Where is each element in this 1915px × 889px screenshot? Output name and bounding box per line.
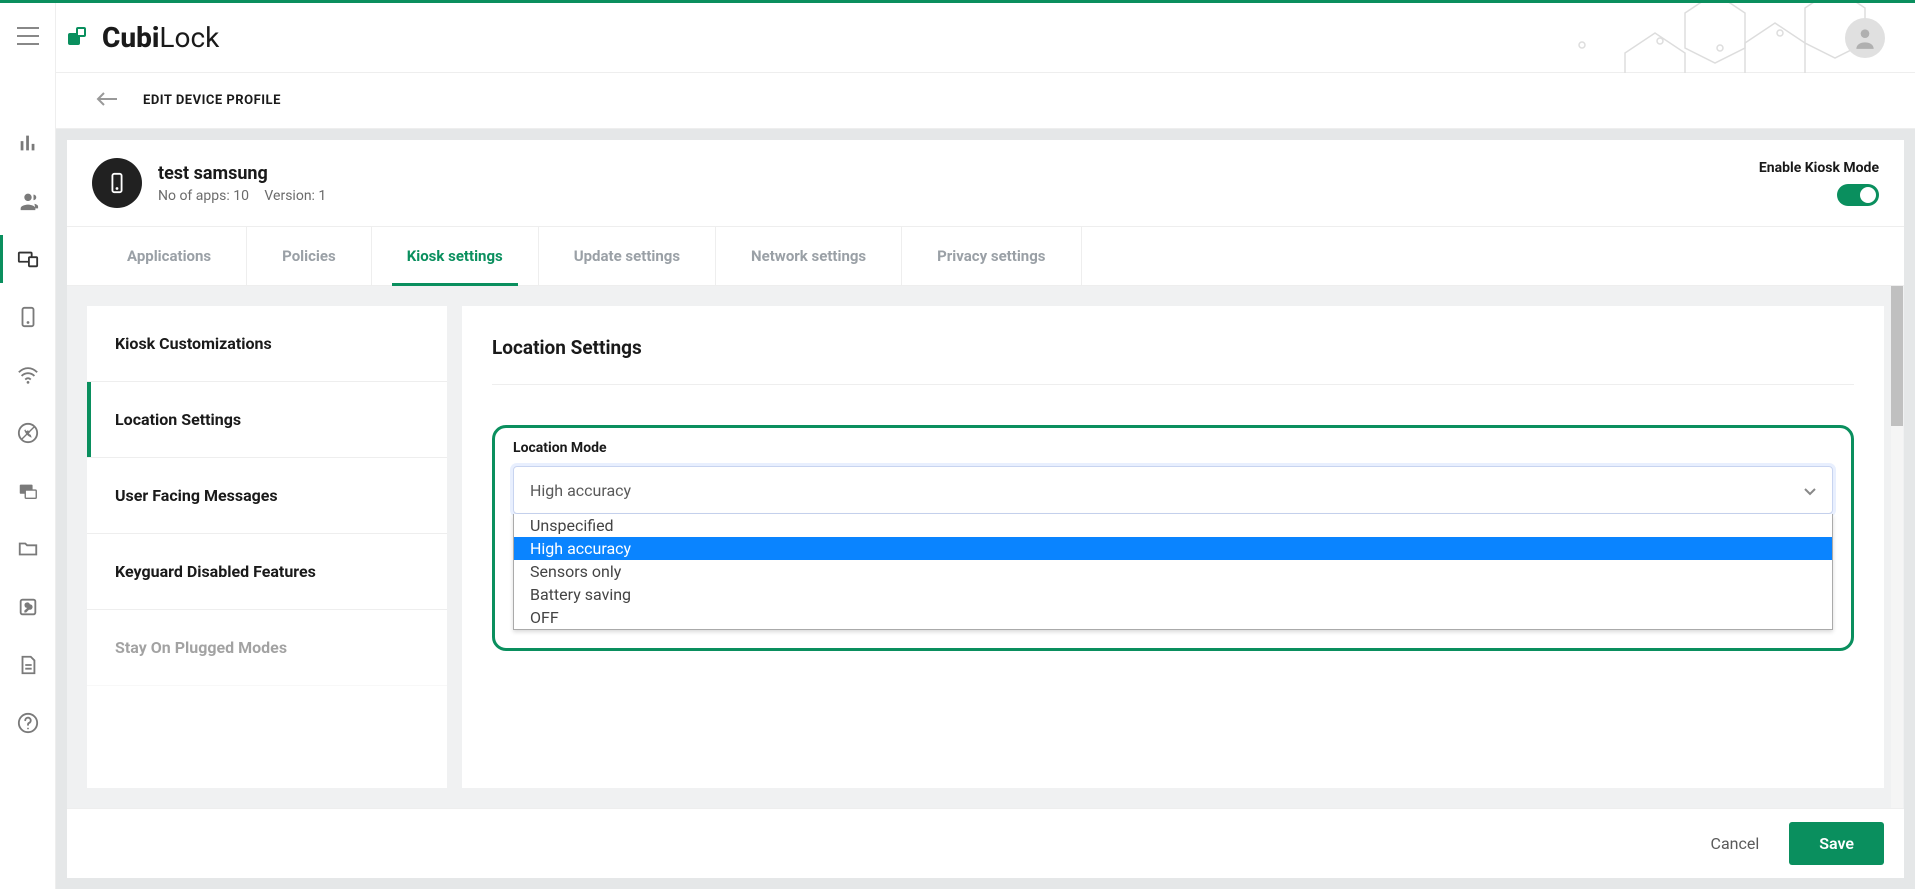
location-mode-select[interactable]: High accuracy: [513, 466, 1833, 514]
option-off[interactable]: OFF: [514, 606, 1832, 629]
save-button[interactable]: Save: [1789, 822, 1884, 865]
tab-privacy-settings[interactable]: Privacy settings: [902, 227, 1081, 285]
tab-update-settings[interactable]: Update settings: [539, 227, 716, 285]
sidebar-item-stay-on-plugged[interactable]: Stay On Plugged Modes: [87, 610, 447, 686]
tab-policies[interactable]: Policies: [247, 227, 372, 285]
cancel-button[interactable]: Cancel: [1711, 834, 1760, 853]
scrollbar-thumb[interactable]: [1891, 286, 1903, 426]
option-sensors-only[interactable]: Sensors only: [514, 560, 1832, 583]
profile-meta: No of apps: 10 Version: 1: [158, 188, 338, 204]
chat-icon[interactable]: [14, 477, 42, 505]
document-icon[interactable]: [14, 651, 42, 679]
menu-toggle-icon[interactable]: [17, 27, 39, 49]
tab-applications[interactable]: Applications: [92, 227, 247, 285]
chevron-down-icon: [1804, 481, 1816, 500]
help-icon[interactable]: [14, 709, 42, 737]
top-header: CubiLock: [56, 3, 1915, 73]
user-avatar[interactable]: [1845, 18, 1885, 58]
location-mode-dropdown: Unspecified High accuracy Sensors only B…: [513, 514, 1833, 630]
location-mode-value: High accuracy: [530, 481, 631, 500]
profile-header: test samsung No of apps: 10 Version: 1 E…: [67, 140, 1904, 227]
key-icon[interactable]: [14, 593, 42, 621]
brand-name: CubiLock: [102, 21, 219, 54]
kiosk-mode-toggle[interactable]: [1837, 184, 1879, 206]
tab-kiosk-settings[interactable]: Kiosk settings: [372, 227, 539, 285]
sub-header: EDIT DEVICE PROFILE: [56, 73, 1915, 129]
brand-logo[interactable]: CubiLock: [66, 21, 219, 54]
device-icon: [92, 158, 142, 208]
footer-actions: Cancel Save: [67, 808, 1904, 878]
blocked-call-icon[interactable]: [14, 419, 42, 447]
tab-network-settings[interactable]: Network settings: [716, 227, 902, 285]
option-high-accuracy[interactable]: High accuracy: [514, 537, 1832, 560]
sidebar-item-location-settings[interactable]: Location Settings: [87, 382, 447, 458]
back-arrow-icon[interactable]: [96, 90, 118, 112]
tabs-bar: Applications Policies Kiosk settings Upd…: [67, 227, 1904, 286]
profile-name: test samsung: [158, 163, 338, 184]
wifi-icon[interactable]: [14, 361, 42, 389]
brand-logo-icon: [66, 23, 96, 53]
page-title: EDIT DEVICE PROFILE: [143, 93, 281, 108]
mobile-icon[interactable]: [14, 303, 42, 331]
sidebar-item-user-facing-messages[interactable]: User Facing Messages: [87, 458, 447, 534]
settings-content: Location Settings Location Mode High acc…: [462, 306, 1884, 788]
sidebar-item-kiosk-customizations[interactable]: Kiosk Customizations: [87, 306, 447, 382]
folder-icon[interactable]: [14, 535, 42, 563]
location-mode-highlight: Location Mode High accuracy Unspecified …: [492, 425, 1854, 651]
dashboard-icon[interactable]: [14, 129, 42, 157]
location-mode-label: Location Mode: [513, 440, 1833, 456]
devices-icon[interactable]: [14, 245, 42, 273]
users-icon[interactable]: [14, 187, 42, 215]
main-sidebar: [0, 3, 56, 889]
settings-sidebar: Kiosk Customizations Location Settings U…: [87, 306, 447, 788]
kiosk-mode-label: Enable Kiosk Mode: [1759, 160, 1879, 176]
settings-panel-title: Location Settings: [492, 336, 1854, 385]
option-unspecified[interactable]: Unspecified: [514, 514, 1832, 537]
option-battery-saving[interactable]: Battery saving: [514, 583, 1832, 606]
sidebar-item-keyguard-disabled[interactable]: Keyguard Disabled Features: [87, 534, 447, 610]
